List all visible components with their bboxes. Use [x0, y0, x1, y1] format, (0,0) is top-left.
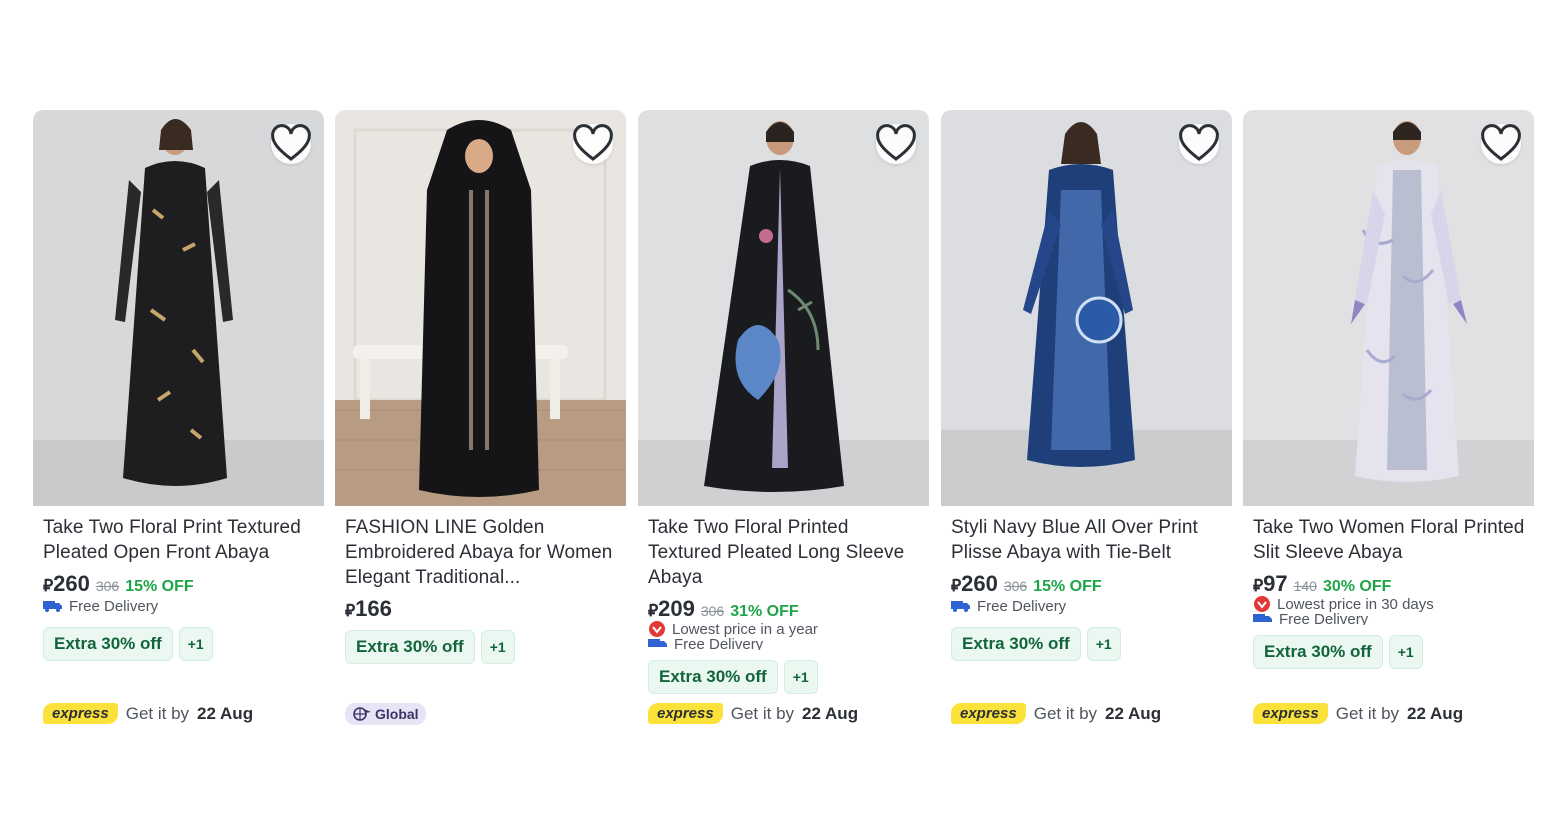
product-card[interactable]: Styli Navy Blue All Over Print Plisse Ab…: [941, 110, 1232, 734]
express-badge: express: [43, 703, 118, 724]
product-title[interactable]: Styli Navy Blue All Over Print Plisse Ab…: [951, 515, 1224, 565]
extra-off-chip[interactable]: Extra 30% off: [345, 630, 475, 664]
product-title[interactable]: Take Two Floral Printed Textured Pleated…: [648, 515, 921, 590]
price: 260: [961, 571, 998, 596]
wishlist-button[interactable]: [271, 124, 311, 164]
price-row: ⃁ 97 140 30% OFF: [1253, 571, 1526, 596]
product-card[interactable]: Take Two Floral Print Textured Pleated O…: [33, 110, 324, 734]
truck-icon: [648, 639, 667, 647]
product-image[interactable]: [941, 110, 1232, 506]
wishlist-button[interactable]: [573, 124, 613, 164]
currency-symbol: ⃁: [345, 601, 356, 620]
global-text: Global: [375, 706, 419, 722]
price: 166: [355, 596, 392, 621]
product-title[interactable]: FASHION LINE Golden Embroidered Abaya fo…: [345, 515, 618, 590]
free-delivery-badge: Free Delivery: [648, 638, 921, 650]
free-delivery-badge: Free Delivery: [951, 595, 1224, 617]
discount: 31% OFF: [730, 603, 799, 620]
heart-icon: [876, 124, 916, 161]
price-drop-icon: [649, 621, 665, 637]
old-price: 140: [1293, 578, 1317, 594]
currency-symbol: ⃁: [648, 601, 659, 620]
price-drop-icon: [1254, 596, 1270, 612]
express-badge: express: [1253, 703, 1328, 724]
delivery-date: 22 Aug: [1407, 703, 1464, 723]
delivery-info: express Get it by 22 Aug: [951, 703, 1161, 724]
old-price: 306: [1003, 578, 1028, 594]
delivery-text: Get it by: [1033, 703, 1098, 723]
price-row: ⃁ 260 306 15% OFF: [951, 571, 1224, 596]
product-image[interactable]: [335, 110, 626, 506]
wishlist-button[interactable]: [1179, 124, 1219, 164]
free-delivery-badge: Free Delivery: [43, 595, 316, 617]
delivery-info: Global: [345, 703, 426, 725]
heart-icon: [271, 124, 311, 161]
currency-symbol: ⃁: [951, 576, 962, 595]
product-title[interactable]: Take Two Women Floral Printed Slit Sleev…: [1253, 515, 1526, 565]
heart-icon: [573, 124, 613, 161]
product-image[interactable]: [33, 110, 324, 506]
delivery-text: Get it by: [1335, 703, 1400, 723]
delivery-text: Get it by: [730, 703, 795, 723]
currency-symbol: ⃁: [1253, 576, 1264, 595]
delivery-date: 22 Aug: [197, 703, 254, 723]
product-card[interactable]: Take Two Floral Printed Textured Pleated…: [638, 110, 929, 734]
currency-symbol: ⃁: [43, 576, 54, 595]
free-delivery-text: Free Delivery: [69, 597, 159, 615]
truck-icon: [43, 601, 62, 612]
delivery-text: Get it by: [125, 703, 190, 723]
product-grid: Take Two Floral Print Textured Pleated O…: [33, 110, 1536, 734]
more-offers-chip[interactable]: +1: [1086, 627, 1121, 661]
old-price: 306: [700, 603, 725, 619]
global-badge: Global: [345, 703, 426, 725]
extra-off-chip[interactable]: Extra 30% off: [43, 627, 173, 661]
product-image[interactable]: [638, 110, 929, 506]
product-title[interactable]: Take Two Floral Print Textured Pleated O…: [43, 515, 316, 565]
express-badge: express: [648, 703, 723, 724]
delivery-info: express Get it by 22 Aug: [1253, 703, 1463, 724]
truck-icon: [1253, 614, 1272, 622]
price-row: ⃁ 209 306 31% OFF: [648, 596, 921, 621]
free-delivery-badge: Free Delivery: [1253, 613, 1526, 625]
product-card[interactable]: FASHION LINE Golden Embroidered Abaya fo…: [335, 110, 626, 734]
price: 260: [53, 571, 90, 596]
price-row: ⃁ 166: [345, 596, 618, 621]
more-offers-chip[interactable]: +1: [480, 630, 515, 664]
price-row: ⃁ 260 306 15% OFF: [43, 571, 316, 596]
price: 97: [1263, 571, 1288, 596]
delivery-date: 22 Aug: [802, 703, 859, 723]
globe-plane-icon: [353, 707, 371, 721]
delivery-info: express Get it by 22 Aug: [648, 703, 858, 724]
express-badge: express: [951, 703, 1026, 724]
extra-off-chip[interactable]: Extra 30% off: [648, 660, 778, 694]
lowest-price-text: Lowest price in a year: [672, 620, 818, 638]
more-offers-chip[interactable]: +1: [178, 627, 213, 661]
wishlist-button[interactable]: [1481, 124, 1521, 164]
heart-icon: [1179, 124, 1219, 161]
free-delivery-text: Free Delivery: [1279, 613, 1369, 625]
discount: 30% OFF: [1322, 578, 1392, 595]
delivery-date: 22 Aug: [1105, 703, 1162, 723]
truck-icon: [951, 601, 970, 612]
lowest-price-badge: Lowest price in 30 days: [1253, 595, 1526, 613]
extra-off-chip[interactable]: Extra 30% off: [951, 627, 1081, 661]
discount: 15% OFF: [125, 578, 194, 595]
lowest-price-text: Lowest price in 30 days: [1277, 595, 1434, 613]
more-offers-chip[interactable]: +1: [1388, 635, 1423, 669]
free-delivery-text: Free Delivery: [977, 597, 1067, 615]
wishlist-button[interactable]: [876, 124, 916, 164]
heart-icon: [1481, 124, 1521, 161]
product-image[interactable]: [1243, 110, 1534, 506]
free-delivery-text: Free Delivery: [674, 638, 764, 650]
more-offers-chip[interactable]: +1: [783, 660, 818, 694]
lowest-price-badge: Lowest price in a year: [648, 620, 921, 638]
extra-off-chip[interactable]: Extra 30% off: [1253, 635, 1383, 669]
product-card[interactable]: Take Two Women Floral Printed Slit Sleev…: [1243, 110, 1534, 734]
discount: 15% OFF: [1033, 578, 1102, 595]
delivery-info: express Get it by 22 Aug: [43, 703, 253, 724]
old-price: 306: [95, 578, 120, 594]
price: 209: [658, 596, 695, 621]
